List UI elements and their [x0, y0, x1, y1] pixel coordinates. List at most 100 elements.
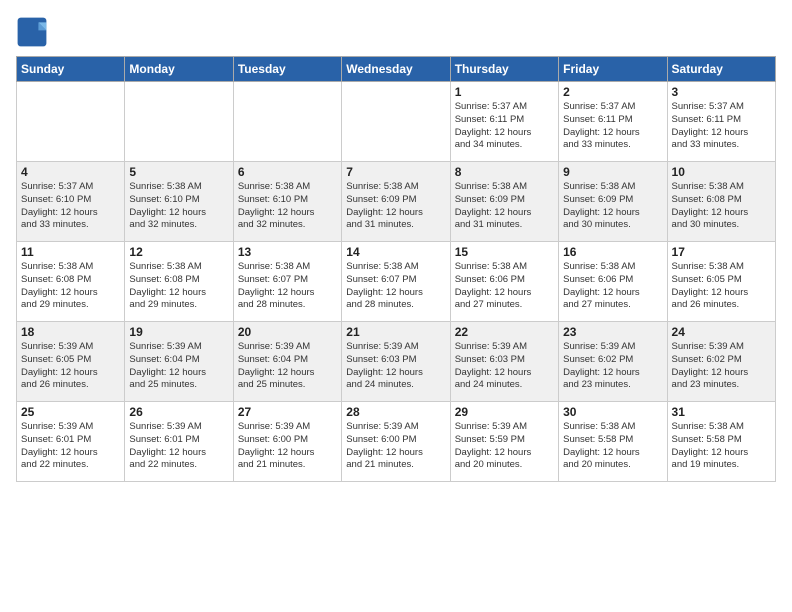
header-wednesday: Wednesday	[342, 57, 450, 82]
day-info: Sunrise: 5:38 AM Sunset: 6:08 PM Dayligh…	[672, 181, 771, 232]
day-number: 11	[21, 245, 120, 259]
day-number: 19	[129, 325, 228, 339]
day-number: 5	[129, 165, 228, 179]
calendar-cell: 12 Sunrise: 5:38 AM Sunset: 6:08 PM Dayli…	[125, 242, 233, 322]
day-number: 13	[238, 245, 337, 259]
day-number: 25	[21, 405, 120, 419]
day-info: Sunrise: 5:39 AM Sunset: 6:02 PM Dayligh…	[563, 341, 662, 392]
day-number: 4	[21, 165, 120, 179]
calendar-cell: 14 Sunrise: 5:38 AM Sunset: 6:07 PM Dayli…	[342, 242, 450, 322]
calendar-cell: 7Sunrise: 5:38 AM Sunset: 6:09 PM Daylig…	[342, 162, 450, 242]
calendar-cell: 11 Sunrise: 5:38 AM Sunset: 6:08 PM Dayli…	[17, 242, 125, 322]
calendar-cell: 21 Sunrise: 5:39 AM Sunset: 6:03 PM Dayli…	[342, 322, 450, 402]
day-info: Sunrise: 5:38 AM Sunset: 6:08 PM Dayligh…	[129, 261, 228, 312]
day-number: 17	[672, 245, 771, 259]
calendar-cell: 17 Sunrise: 5:38 AM Sunset: 6:05 PM Dayli…	[667, 242, 775, 322]
day-number: 2	[563, 85, 662, 99]
calendar-cell: 3 Sunrise: 5:37 AM Sunset: 6:11 PM Daylig…	[667, 82, 775, 162]
calendar-cell: 24 Sunrise: 5:39 AM Sunset: 6:02 PM Dayli…	[667, 322, 775, 402]
day-number: 9	[563, 165, 662, 179]
header-saturday: Saturday	[667, 57, 775, 82]
day-info: Sunrise: 5:38 AM Sunset: 6:07 PM Dayligh…	[346, 261, 445, 312]
calendar-cell: 16 Sunrise: 5:38 AM Sunset: 6:06 PM Dayli…	[559, 242, 667, 322]
day-info: Sunrise: 5:38 AM Sunset: 6:06 PM Dayligh…	[455, 261, 554, 312]
header-thursday: Thursday	[450, 57, 558, 82]
day-info: Sunrise: 5:39 AM Sunset: 6:02 PM Dayligh…	[672, 341, 771, 392]
day-info: Sunrise: 5:39 AM Sunset: 6:01 PM Dayligh…	[21, 421, 120, 472]
calendar-cell: 29 Sunrise: 5:39 AM Sunset: 5:59 PM Dayli…	[450, 402, 558, 482]
calendar-cell	[233, 82, 341, 162]
day-number: 24	[672, 325, 771, 339]
calendar-cell: 8 Sunrise: 5:38 AM Sunset: 6:09 PM Daylig…	[450, 162, 558, 242]
day-info: Sunrise: 5:38 AM Sunset: 5:58 PM Dayligh…	[672, 421, 771, 472]
day-info: Sunrise: 5:38 AM Sunset: 6:10 PM Dayligh…	[129, 181, 228, 232]
day-info: Sunrise: 5:38 AM Sunset: 6:05 PM Dayligh…	[672, 261, 771, 312]
day-number: 12	[129, 245, 228, 259]
calendar-cell: 6Sunrise: 5:38 AM Sunset: 6:10 PM Daylig…	[233, 162, 341, 242]
day-number: 18	[21, 325, 120, 339]
header-friday: Friday	[559, 57, 667, 82]
day-info: Sunrise: 5:38 AM Sunset: 6:08 PM Dayligh…	[21, 261, 120, 312]
calendar-cell: 1 Sunrise: 5:37 AM Sunset: 6:11 PM Daylig…	[450, 82, 558, 162]
day-info: Sunrise: 5:39 AM Sunset: 6:03 PM Dayligh…	[346, 341, 445, 392]
calendar-cell: 30 Sunrise: 5:38 AM Sunset: 5:58 PM Dayli…	[559, 402, 667, 482]
logo-icon	[16, 16, 48, 48]
calendar-cell	[342, 82, 450, 162]
day-info: Sunrise: 5:39 AM Sunset: 6:03 PM Dayligh…	[455, 341, 554, 392]
calendar-cell: 26 Sunrise: 5:39 AM Sunset: 6:01 PM Dayli…	[125, 402, 233, 482]
day-number: 29	[455, 405, 554, 419]
day-info: Sunrise: 5:37 AM Sunset: 6:11 PM Dayligh…	[563, 101, 662, 152]
day-number: 15	[455, 245, 554, 259]
day-number: 27	[238, 405, 337, 419]
calendar-cell: 25 Sunrise: 5:39 AM Sunset: 6:01 PM Dayli…	[17, 402, 125, 482]
day-number: 26	[129, 405, 228, 419]
calendar-table: SundayMondayTuesdayWednesdayThursdayFrid…	[16, 56, 776, 482]
day-number: 28	[346, 405, 445, 419]
day-info: Sunrise: 5:39 AM Sunset: 6:05 PM Dayligh…	[21, 341, 120, 392]
calendar-cell: 5 Sunrise: 5:38 AM Sunset: 6:10 PM Daylig…	[125, 162, 233, 242]
header-sunday: Sunday	[17, 57, 125, 82]
day-number: 16	[563, 245, 662, 259]
day-info: Sunrise: 5:38 AM Sunset: 6:07 PM Dayligh…	[238, 261, 337, 312]
day-number: 14	[346, 245, 445, 259]
day-number: 10	[672, 165, 771, 179]
calendar-cell: 23 Sunrise: 5:39 AM Sunset: 6:02 PM Dayli…	[559, 322, 667, 402]
day-info: Sunrise: 5:38 AM Sunset: 6:09 PM Dayligh…	[563, 181, 662, 232]
calendar-cell: 18 Sunrise: 5:39 AM Sunset: 6:05 PM Dayli…	[17, 322, 125, 402]
day-info: Sunrise: 5:38 AM Sunset: 5:58 PM Dayligh…	[563, 421, 662, 472]
day-number: 3	[672, 85, 771, 99]
calendar-cell: 22 Sunrise: 5:39 AM Sunset: 6:03 PM Dayli…	[450, 322, 558, 402]
day-number: 30	[563, 405, 662, 419]
day-number: 1	[455, 85, 554, 99]
day-info: Sunrise: 5:38 AM Sunset: 6:09 PM Dayligh…	[346, 181, 445, 232]
day-info: Sunrise: 5:38 AM Sunset: 6:06 PM Dayligh…	[563, 261, 662, 312]
calendar-cell: 20 Sunrise: 5:39 AM Sunset: 6:04 PM Dayli…	[233, 322, 341, 402]
day-info: Sunrise: 5:39 AM Sunset: 6:01 PM Dayligh…	[129, 421, 228, 472]
calendar-cell: 9 Sunrise: 5:38 AM Sunset: 6:09 PM Daylig…	[559, 162, 667, 242]
header-monday: Monday	[125, 57, 233, 82]
calendar-cell: 4 Sunrise: 5:37 AM Sunset: 6:10 PM Daylig…	[17, 162, 125, 242]
calendar-cell	[17, 82, 125, 162]
day-info: Sunrise: 5:38 AM Sunset: 6:09 PM Dayligh…	[455, 181, 554, 232]
day-number: 31	[672, 405, 771, 419]
calendar-cell: 10 Sunrise: 5:38 AM Sunset: 6:08 PM Dayli…	[667, 162, 775, 242]
day-number: 8	[455, 165, 554, 179]
day-info: Sunrise: 5:37 AM Sunset: 6:11 PM Dayligh…	[455, 101, 554, 152]
calendar-cell: 15 Sunrise: 5:38 AM Sunset: 6:06 PM Dayli…	[450, 242, 558, 322]
day-info: Sunrise: 5:38 AM Sunset: 6:10 PM Dayligh…	[238, 181, 337, 232]
day-info: Sunrise: 5:39 AM Sunset: 6:04 PM Dayligh…	[238, 341, 337, 392]
day-info: Sunrise: 5:37 AM Sunset: 6:11 PM Dayligh…	[672, 101, 771, 152]
calendar-cell	[125, 82, 233, 162]
day-info: Sunrise: 5:37 AM Sunset: 6:10 PM Dayligh…	[21, 181, 120, 232]
calendar-cell: 13 Sunrise: 5:38 AM Sunset: 6:07 PM Dayli…	[233, 242, 341, 322]
day-info: Sunrise: 5:39 AM Sunset: 5:59 PM Dayligh…	[455, 421, 554, 472]
calendar-cell: 19Sunrise: 5:39 AM Sunset: 6:04 PM Dayli…	[125, 322, 233, 402]
day-info: Sunrise: 5:39 AM Sunset: 6:00 PM Dayligh…	[238, 421, 337, 472]
day-number: 23	[563, 325, 662, 339]
day-number: 22	[455, 325, 554, 339]
logo	[16, 16, 52, 48]
day-number: 21	[346, 325, 445, 339]
header-tuesday: Tuesday	[233, 57, 341, 82]
day-number: 20	[238, 325, 337, 339]
calendar-cell: 31 Sunrise: 5:38 AM Sunset: 5:58 PM Dayli…	[667, 402, 775, 482]
